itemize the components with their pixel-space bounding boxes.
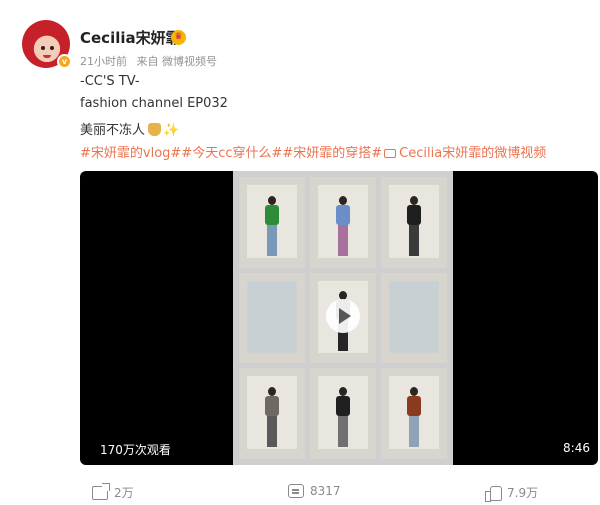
avatar-eye [41,46,45,50]
video-duration: 8:46 [563,441,590,455]
outfit-photo [310,177,376,268]
crown-icon: ♛ [171,30,186,45]
avatar-face [36,36,58,62]
repost-count: 2万 [114,486,134,500]
verified-badge: v [57,54,72,69]
avatar-eye [50,46,54,50]
play-icon[interactable] [326,299,360,333]
like-count: 7.9万 [507,486,539,500]
hashtag-links[interactable]: #宋妍霏的vlog##今天cc穿什么##宋妍霏的穿搭# [80,146,382,161]
comment-count: 8317 [310,484,341,498]
sparkle-emoji-icon: ✨ [163,123,180,138]
outfit-photo [239,368,305,459]
video-link-icon [384,149,397,158]
view-count: 170万次观看 [100,443,171,457]
post-text-line: -CC'S TV- [80,74,140,89]
like-icon [485,485,502,502]
repost-icon [92,485,108,500]
post-source[interactable]: 来自 微博视频号 [137,55,218,68]
outfit-photo [310,368,376,459]
comment-button[interactable]: 8317 [288,484,341,498]
post-meta: 21小时前 来自 微博视频号 [80,53,223,69]
bag-emoji-icon [148,123,162,136]
hashtags-row: #宋妍霏的vlog##今天cc穿什么##宋妍霏的穿搭# Cecilia宋妍霏的微博… [80,142,546,161]
outfit-photo [381,272,447,364]
outfit-photo [381,177,447,268]
post-text-line: fashion channel EP032 [80,96,228,111]
outfit-photo [381,368,447,459]
video-player[interactable]: 170万次观看 8:46 [80,171,598,465]
post-text-line: 美丽不冻人 ✨ [80,119,179,138]
outfit-photo [239,177,305,268]
repost-button[interactable]: 2万 [92,484,134,501]
action-bar: 2万 8317 7.9万 [80,484,598,504]
outfit-photo [239,272,305,364]
author-name[interactable]: Cecilia宋妍霏 [80,27,181,48]
post-text-content: 美丽不冻人 [80,123,146,138]
video-link[interactable]: Cecilia宋妍霏的微博视频 [399,146,546,161]
comment-icon [288,484,304,498]
like-button[interactable]: 7.9万 [485,484,539,502]
post-time[interactable]: 21小时前 [80,55,127,68]
